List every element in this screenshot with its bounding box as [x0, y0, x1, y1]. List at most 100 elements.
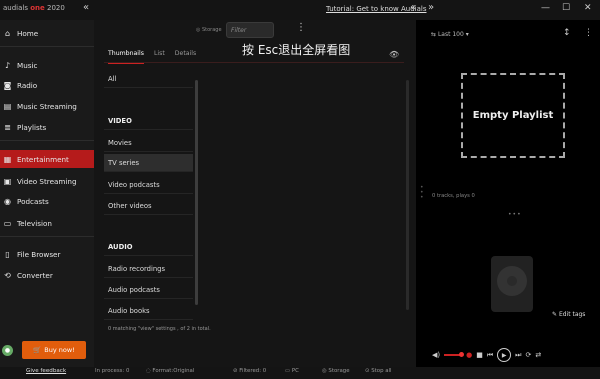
- play-button[interactable]: ▶: [497, 348, 512, 362]
- more-options-icon[interactable]: ⋮: [296, 22, 306, 33]
- empty-playlist-label: Empty Playlist: [472, 110, 554, 121]
- category-item[interactable]: Audio podcasts: [104, 281, 193, 299]
- sidebar-separator: [0, 140, 94, 141]
- sort-icon[interactable]: ↕: [563, 28, 571, 38]
- category-item[interactable]: Video podcasts: [104, 176, 193, 194]
- sidebar-item-label: Music Streaming: [17, 101, 77, 111]
- sidebar-item-television[interactable]: ▭ Television: [0, 214, 94, 232]
- shuffle-icon[interactable]: ⇄: [535, 351, 541, 359]
- status-bar: [0, 367, 600, 379]
- sidebar-item-video-streaming[interactable]: ▣ Video Streaming: [0, 172, 94, 190]
- stop-all-button[interactable]: ⊙ Stop all: [365, 368, 392, 374]
- converter-icon: ⟲: [4, 270, 11, 280]
- sidebar-separator: [0, 46, 94, 47]
- content-scrollbar[interactable]: [406, 80, 409, 310]
- logo-text: audials: [3, 4, 28, 12]
- sidebar-item-file-browser[interactable]: ▯ File Browser: [0, 245, 94, 263]
- sidebar-item-label: File Browser: [17, 249, 61, 259]
- matching-text: 0 matching "view" settings , of 2 in tot…: [108, 326, 211, 332]
- tv-icon: ▭: [3, 218, 12, 228]
- storage-label: Storage: [201, 27, 222, 33]
- edit-tags-button[interactable]: ✎ Edit tags: [552, 311, 585, 318]
- category-item[interactable]: TV series: [104, 154, 193, 172]
- file-icon: ▯: [5, 249, 10, 259]
- volume-icon[interactable]: ◀): [432, 351, 440, 359]
- collapse-right-icon[interactable]: «: [410, 2, 416, 13]
- storage-selector[interactable]: ◎ Storage: [196, 27, 222, 33]
- divider: [104, 62, 404, 63]
- give-feedback-link[interactable]: Give feedback: [26, 368, 66, 374]
- playlist-selector[interactable]: ⇆ Last 100 ▾: [431, 31, 469, 38]
- video-stream-icon: ▣: [3, 176, 12, 186]
- sidebar-item-podcasts[interactable]: ◉ Podcasts: [0, 192, 94, 210]
- filter-input[interactable]: Filter: [226, 22, 274, 38]
- sidebar-item-label: Entertainment: [17, 154, 69, 164]
- empty-playlist-box: Empty Playlist: [461, 73, 565, 158]
- category-item[interactable]: Audio books: [104, 302, 193, 320]
- sidebar-item-entertainment[interactable]: ▦ Entertainment: [0, 150, 94, 168]
- close-icon[interactable]: ✕: [584, 3, 592, 13]
- streaming-icon: ▤: [3, 101, 12, 111]
- sidebar-item-music[interactable]: ♪ Music: [0, 56, 94, 74]
- filter-status[interactable]: ⊘ Filtered: 0: [233, 368, 266, 374]
- app-logo: audials one 2020: [3, 4, 65, 12]
- music-note-icon: ♪: [4, 60, 11, 70]
- sidebar-item-label: Video Streaming: [17, 176, 77, 186]
- fullscreen-overlay-text: 按 Esc退出全屏看图: [242, 43, 351, 57]
- minimize-icon[interactable]: —: [541, 3, 550, 13]
- expand-right-icon[interactable]: »: [428, 2, 434, 13]
- volume-slider[interactable]: [444, 352, 465, 357]
- pc-label: PC: [291, 368, 299, 374]
- dots-icon: •••: [508, 211, 522, 218]
- category-item[interactable]: Radio recordings: [104, 260, 193, 278]
- sidebar-item-playlists[interactable]: ≣ Playlists: [0, 118, 94, 136]
- category-item[interactable]: All: [104, 70, 193, 88]
- speaker-icon: [491, 256, 533, 312]
- playlist-selector-label: Last 100: [437, 31, 464, 38]
- sidebar-separator: [0, 236, 94, 237]
- format-status[interactable]: ◌ Format:Original: [146, 368, 194, 374]
- category-header: VIDEO: [104, 112, 193, 130]
- format-label: Format:Original: [152, 368, 195, 374]
- buy-now-label: Buy now!: [44, 346, 75, 354]
- repeat-icon[interactable]: ⟳: [525, 351, 531, 359]
- next-icon[interactable]: ⏭: [515, 351, 521, 360]
- edit-tags-label: Edit tags: [558, 311, 586, 318]
- collapse-left-icon[interactable]: «: [83, 2, 89, 13]
- podcast-icon: ◉: [4, 196, 11, 206]
- sidebar-item-label: Television: [17, 218, 52, 228]
- sidebar-item-home[interactable]: ⌂ Home: [0, 24, 94, 42]
- filtered-label: Filtered: 0: [239, 368, 267, 374]
- category-item[interactable]: Movies: [104, 134, 193, 152]
- category-scrollbar[interactable]: [195, 80, 198, 305]
- sidebar-item-converter[interactable]: ⟲ Converter: [0, 266, 94, 284]
- buy-now-button[interactable]: 🛒 Buy now!: [22, 341, 86, 359]
- playlist-icon: ≣: [4, 122, 11, 132]
- cart-icon: 🛒: [33, 346, 42, 354]
- drag-handle-icon[interactable]: • • •: [420, 185, 424, 201]
- stop-all-label: Stop all: [371, 368, 392, 374]
- previous-icon[interactable]: ⏮: [487, 351, 493, 360]
- sidebar-item-label: Podcasts: [17, 196, 49, 206]
- category-item[interactable]: Other videos: [104, 197, 193, 215]
- sidebar-item-label: Radio: [17, 80, 38, 90]
- tracks-info: 0 tracks, plays 0: [432, 193, 475, 199]
- record-icon[interactable]: ●: [466, 351, 472, 359]
- pc-status[interactable]: ▭ PC: [285, 368, 299, 374]
- maximize-icon[interactable]: ☐: [562, 3, 570, 13]
- sidebar-item-label: Music: [17, 60, 38, 70]
- storage-status[interactable]: ◎ Storage: [322, 368, 350, 374]
- stop-icon[interactable]: ■: [476, 351, 483, 359]
- sidebar-item-label: Converter: [17, 270, 53, 280]
- playlist-menu-icon[interactable]: ⋮: [584, 28, 593, 38]
- radio-icon: ◙: [3, 80, 12, 90]
- sidebar-item-label: Playlists: [17, 122, 47, 132]
- sidebar-item-radio[interactable]: ◙ Radio: [0, 76, 94, 94]
- user-avatar[interactable]: ●: [2, 345, 13, 356]
- in-process-status: In process: 0: [95, 368, 130, 374]
- sidebar-item-music-streaming[interactable]: ▤ Music Streaming: [0, 97, 94, 115]
- home-icon: ⌂: [4, 28, 11, 38]
- storage-status-label: Storage: [328, 368, 350, 374]
- logo-year: 2020: [47, 4, 65, 12]
- eye-icon[interactable]: 👁: [389, 50, 399, 59]
